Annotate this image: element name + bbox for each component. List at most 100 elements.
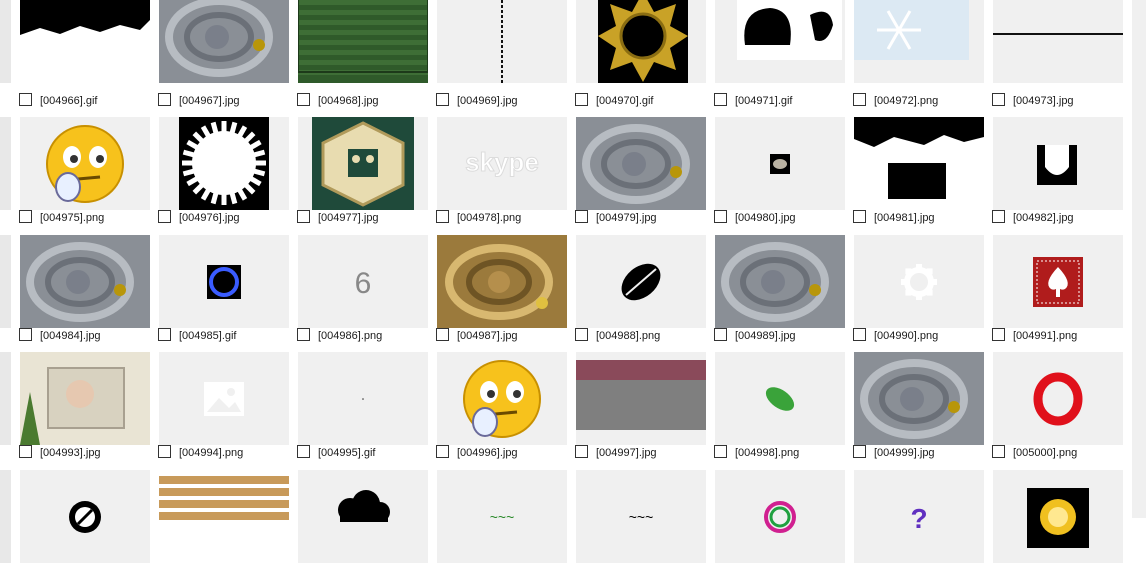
select-checkbox[interactable] <box>19 93 32 106</box>
select-checkbox[interactable] <box>19 445 32 458</box>
select-checkbox[interactable] <box>992 210 1005 223</box>
select-checkbox[interactable] <box>575 328 588 341</box>
green-stripes-image[interactable] <box>298 0 428 83</box>
stone-maze-image[interactable] <box>854 352 984 445</box>
select-checkbox[interactable] <box>297 445 310 458</box>
select-checkbox[interactable] <box>297 93 310 106</box>
select-checkbox[interactable] <box>714 93 727 106</box>
gold-glow-image[interactable] <box>993 470 1123 563</box>
stone-maze-image[interactable] <box>576 117 706 210</box>
file-item[interactable]: ~~~ <box>437 470 576 587</box>
file-item[interactable]: [004993].jpg <box>19 352 159 469</box>
file-item[interactable]: [004995].gif <box>297 352 437 469</box>
file-item[interactable]: skype [004978].png <box>436 117 576 234</box>
select-checkbox[interactable] <box>992 445 1005 458</box>
snowflake-image[interactable] <box>854 0 984 83</box>
select-checkbox[interactable] <box>853 445 866 458</box>
select-checkbox[interactable] <box>992 93 1005 106</box>
file-item[interactable] <box>159 470 298 587</box>
file-item[interactable]: [004979].jpg <box>575 117 715 234</box>
file-item[interactable]: [004967].jpg <box>158 0 298 117</box>
select-checkbox[interactable] <box>853 93 866 106</box>
blue-ring-image[interactable] <box>159 235 289 328</box>
file-item[interactable]: ? <box>854 470 993 587</box>
file-item[interactable]: [004972].png <box>853 0 993 117</box>
partial-thumbnail[interactable] <box>0 470 11 563</box>
file-item[interactable]: [004975].png <box>19 117 159 234</box>
select-checkbox[interactable] <box>158 445 171 458</box>
green-leaf-image[interactable] <box>715 352 845 445</box>
file-item[interactable]: [004973].jpg <box>992 0 1132 117</box>
thinking-emoji-image[interactable] <box>20 117 150 210</box>
file-item[interactable]: [004981].jpg <box>853 117 993 234</box>
black-frame-image[interactable] <box>854 117 984 210</box>
partial-thumbnail[interactable] <box>0 117 11 210</box>
file-item[interactable]: [004970].gif <box>575 0 715 117</box>
crossed-circle-image[interactable] <box>20 470 150 563</box>
ornate-hexagon-image[interactable] <box>298 117 428 210</box>
file-item[interactable]: [004980].jpg <box>714 117 854 234</box>
file-item[interactable]: [004997].jpg <box>575 352 715 469</box>
vertical-line-image[interactable] <box>437 0 567 83</box>
file-item[interactable]: ~~~ <box>576 470 715 587</box>
select-checkbox[interactable] <box>436 210 449 223</box>
select-checkbox[interactable] <box>853 328 866 341</box>
file-item[interactable]: [004988].png <box>575 235 715 352</box>
select-checkbox[interactable] <box>158 328 171 341</box>
black-text-image[interactable]: ~~~ <box>576 470 706 563</box>
file-item[interactable]: [004968].jpg <box>297 0 437 117</box>
select-checkbox[interactable] <box>19 328 32 341</box>
stone-maze-image[interactable] <box>20 235 150 328</box>
opera-logo-image[interactable] <box>993 352 1123 445</box>
select-checkbox[interactable] <box>714 210 727 223</box>
thinking-emoji-image[interactable] <box>437 352 567 445</box>
select-checkbox[interactable] <box>575 445 588 458</box>
select-checkbox[interactable] <box>714 328 727 341</box>
select-checkbox[interactable] <box>158 93 171 106</box>
gray-block-image[interactable] <box>576 352 706 445</box>
partial-thumbnail[interactable] <box>0 352 11 445</box>
horizontal-line-image[interactable] <box>993 0 1123 83</box>
skype-logo-image[interactable]: skype <box>437 117 567 210</box>
select-checkbox[interactable] <box>992 328 1005 341</box>
white-gear-circle-image[interactable] <box>159 117 289 210</box>
file-item[interactable]: 6 [004986].png <box>297 235 437 352</box>
black-white-silhouette-image[interactable] <box>20 0 150 83</box>
file-item[interactable]: [004971].gif <box>714 0 854 117</box>
file-item[interactable]: [004998].png <box>714 352 854 469</box>
number-six-image[interactable]: 6 <box>298 235 428 328</box>
select-checkbox[interactable] <box>297 210 310 223</box>
purple-question-image[interactable]: ? <box>854 470 984 563</box>
partial-thumbnail[interactable] <box>0 235 11 328</box>
file-item[interactable]: [004982].jpg <box>992 117 1132 234</box>
file-item[interactable]: [004990].png <box>853 235 993 352</box>
partial-thumbnail[interactable] <box>0 0 11 83</box>
black-cloud-image[interactable] <box>298 470 428 563</box>
select-checkbox[interactable] <box>297 328 310 341</box>
select-checkbox[interactable] <box>575 210 588 223</box>
winter-photo-image[interactable] <box>20 352 150 445</box>
stone-maze-image[interactable] <box>715 235 845 328</box>
file-item[interactable]: [004966].gif <box>19 0 159 117</box>
file-item[interactable] <box>715 470 854 587</box>
gold-star-ring-image[interactable] <box>576 0 706 83</box>
shield-shape-image[interactable] <box>993 117 1123 210</box>
file-item[interactable] <box>993 470 1132 587</box>
file-item[interactable]: [004969].jpg <box>436 0 576 117</box>
colored-text-image[interactable]: ~~~ <box>437 470 567 563</box>
select-checkbox[interactable] <box>575 93 588 106</box>
white-gear-image[interactable] <box>854 235 984 328</box>
file-item[interactable]: [004976].jpg <box>158 117 298 234</box>
select-checkbox[interactable] <box>436 328 449 341</box>
file-item[interactable] <box>298 470 437 587</box>
file-item[interactable]: [004991].png <box>992 235 1132 352</box>
scrollbar[interactable] <box>1132 0 1146 518</box>
stone-maze-image[interactable] <box>159 0 289 83</box>
file-item[interactable]: [004984].jpg <box>19 235 159 352</box>
tiny-dot-image[interactable] <box>298 352 428 445</box>
file-item[interactable]: [005000].png <box>992 352 1132 469</box>
select-checkbox[interactable] <box>436 445 449 458</box>
select-checkbox[interactable] <box>158 210 171 223</box>
select-checkbox[interactable] <box>853 210 866 223</box>
spade-card-image[interactable] <box>993 235 1123 328</box>
